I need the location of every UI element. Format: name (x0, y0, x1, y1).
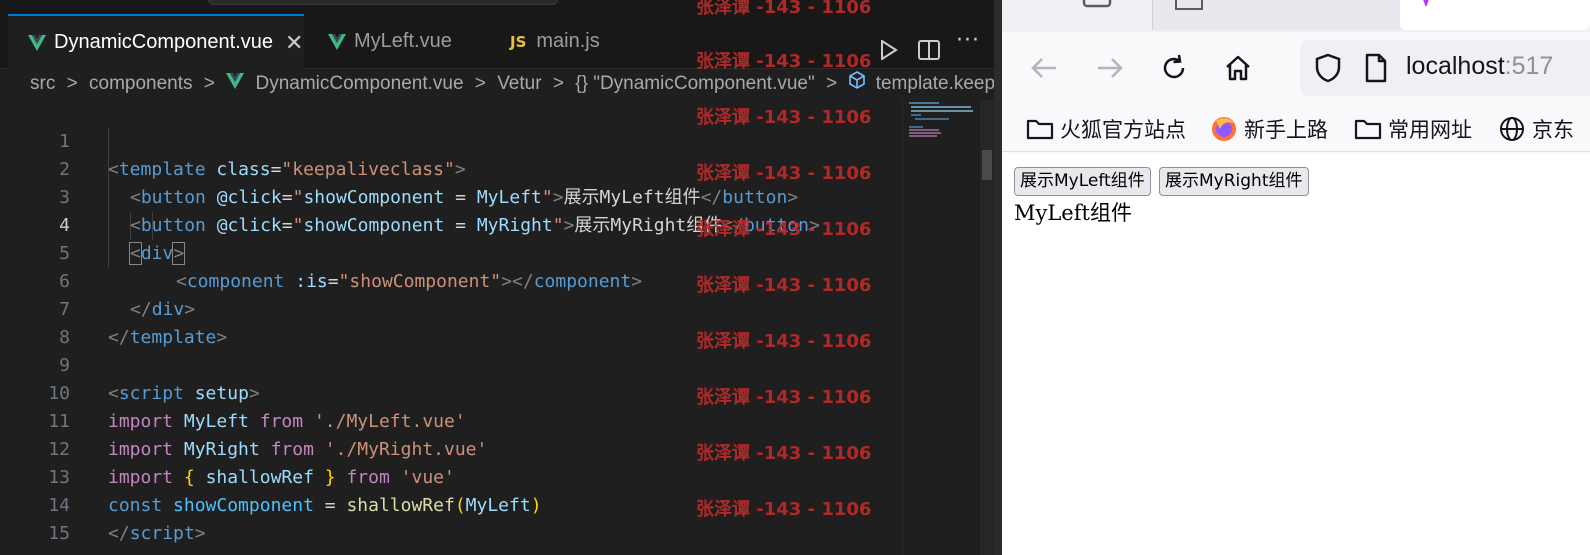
watermark: 张泽谭 -143 - 1106 (696, 499, 872, 520)
show-myleft-button[interactable]: 展示MyLeft组件 (1014, 167, 1151, 196)
url-text[interactable]: localhost:517 (1406, 52, 1553, 81)
folder-icon (1026, 117, 1054, 141)
command-center[interactable] (208, 0, 558, 5)
close-icon[interactable]: ✕ (285, 30, 303, 56)
watermark: 张泽谭 -143 - 1106 (696, 443, 872, 464)
bookmark-item[interactable]: 常用网址 (1354, 114, 1472, 144)
more-actions-icon[interactable]: ··· (956, 28, 980, 53)
watermark: 张泽谭 -143 - 1106 (696, 0, 872, 18)
code-line: 8 (0, 296, 900, 348)
page-favicon-icon (1175, 0, 1203, 10)
bookmark-item[interactable]: 火狐官方站点 (1026, 114, 1186, 144)
vue-file-icon (226, 70, 245, 98)
chevron-right-icon: > (552, 73, 564, 94)
minimap[interactable] (902, 100, 981, 555)
breadcrumb-item[interactable]: components (89, 70, 193, 98)
watermark: 张泽谭 -143 - 1106 (696, 163, 872, 184)
breadcrumb: src > components > DynamicComponent.vue … (0, 70, 1000, 98)
code-line: 6 </div> (0, 240, 900, 320)
chevron-right-icon: > (474, 73, 486, 94)
browser-tab[interactable] (1152, 0, 1401, 30)
line-number: 15 (48, 523, 70, 544)
tab-label: MyLeft.vue (354, 30, 452, 52)
watermark: 张泽谭 -143 - 1106 (696, 275, 872, 296)
browser-tab-strip (1002, 0, 1590, 32)
url-bar[interactable]: localhost:517 (1300, 40, 1590, 96)
globe-icon (1498, 115, 1526, 143)
url-port: :517 (1504, 52, 1554, 80)
breadcrumb-item[interactable]: src (30, 70, 55, 98)
firefox-window: localhost:517 火狐官方站点 新手上路 常用网址 京东 展示MyLe… (1002, 0, 1590, 555)
tab-label: main.js (536, 30, 600, 52)
tab-myleft-vue[interactable]: MyLeft.vue (304, 14, 486, 69)
reload-icon[interactable] (1156, 50, 1192, 86)
url-host: localhost (1406, 52, 1505, 80)
window-divider (994, 0, 1002, 555)
tab-label: DynamicComponent.vue (54, 31, 273, 53)
page-info-icon[interactable] (1364, 53, 1388, 87)
back-icon[interactable] (1026, 50, 1062, 86)
bookmark-label: 新手上路 (1244, 118, 1328, 142)
breadcrumb-item[interactable]: template.keepalive (876, 70, 1000, 98)
chevron-right-icon: > (826, 73, 838, 94)
watermark: 张泽谭 -143 - 1106 (696, 107, 872, 128)
bookmark-item[interactable]: 新手上路 (1210, 114, 1328, 144)
code-line: 12 import { shallowRef } from 'vue' (0, 408, 900, 488)
watermark: 张泽谭 -143 - 1106 (696, 51, 872, 72)
forward-icon[interactable] (1092, 50, 1128, 86)
code-line: 4 <div> (0, 184, 900, 265)
tab-main-js[interactable]: JS main.js (486, 14, 664, 69)
breadcrumb-item[interactable]: Vetur (497, 70, 541, 98)
chevron-right-icon: > (66, 73, 78, 94)
js-file-icon: JS (510, 32, 527, 51)
bookmarks-toolbar: 火狐官方站点 新手上路 常用网址 京东 (1002, 106, 1590, 152)
vite-icon (1423, 0, 1429, 6)
minimap-preview (909, 102, 973, 137)
home-icon[interactable] (1220, 50, 1256, 86)
bookmark-label: 京东 (1532, 118, 1574, 142)
bookmark-label: 火狐官方站点 (1060, 118, 1186, 142)
code-line: 10 import MyLeft from './MyLeft.vue' (0, 352, 900, 432)
scrollbar-thumb[interactable] (982, 150, 992, 180)
vue-file-icon (328, 33, 346, 50)
tab-dynamiccomponent-vue[interactable]: DynamicComponent.vue ✕ (8, 14, 304, 69)
watermark: 张泽谭 -143 - 1106 (696, 331, 872, 352)
code-line: 2 <button @click="showComponent = MyLeft… (0, 128, 900, 208)
chevron-right-icon: > (203, 73, 215, 94)
browser-tab-active[interactable] (1400, 0, 1590, 30)
show-myright-button[interactable]: 展示MyRight组件 (1159, 167, 1309, 196)
play-icon[interactable] (880, 39, 898, 64)
split-editor-icon[interactable] (918, 40, 940, 64)
vscode-window: DynamicComponent.vue ✕ MyLeft.vue JS mai… (0, 0, 1000, 555)
code-line: 14 </script> (0, 464, 900, 544)
page-viewport: 展示MyLeft组件 展示MyRight组件 MyLeft组件 (1002, 153, 1590, 555)
code-text: </script> (108, 523, 206, 544)
bookmark-item[interactable]: 京东 (1498, 114, 1574, 144)
vue-file-icon (28, 34, 46, 51)
bookmark-label: 常用网址 (1388, 118, 1472, 142)
watermark: 张泽谭 -143 - 1106 (696, 219, 872, 240)
breadcrumb-item[interactable]: DynamicComponent.vue (255, 70, 463, 98)
breadcrumb-item[interactable]: {} "DynamicComponent.vue" (575, 70, 815, 98)
shield-icon[interactable] (1314, 53, 1342, 87)
watermark: 张泽谭 -143 - 1106 (696, 387, 872, 408)
folder-icon (1354, 117, 1382, 141)
tab-list-icon[interactable] (1082, 0, 1112, 16)
symbol-icon (848, 70, 866, 98)
firefox-icon (1210, 115, 1238, 143)
component-output: MyLeft组件 (1014, 201, 1132, 225)
